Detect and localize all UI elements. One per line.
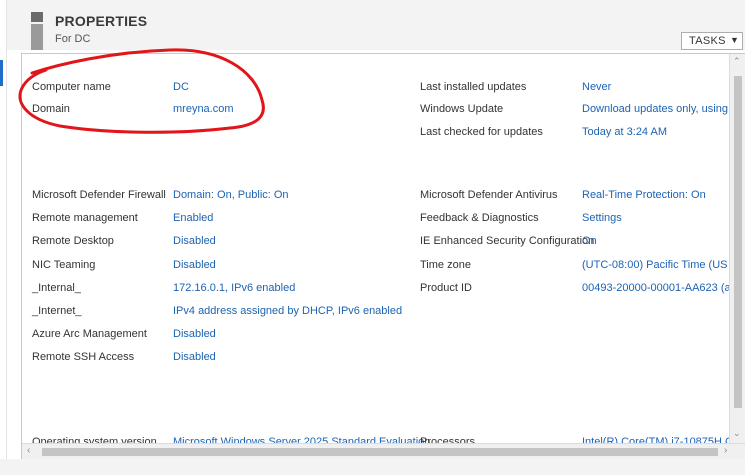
internal-adapter-label: _Internal_: [32, 282, 81, 294]
firewall-label: Microsoft Defender Firewall: [32, 189, 166, 201]
azure-arc-link[interactable]: Disabled: [173, 327, 216, 341]
last-installed-updates-label: Last installed updates: [420, 81, 527, 93]
internet-adapter-link[interactable]: IPv4 address assigned by DHCP, IPv6 enab…: [173, 304, 402, 318]
defender-antivirus-label: Microsoft Defender Antivirus: [420, 189, 558, 201]
computer-name-label: Computer name: [32, 81, 111, 93]
ie-esc-link[interactable]: On: [582, 234, 597, 248]
properties-header: PROPERTIES For DC TASKS ▼: [0, 0, 745, 50]
remote-ssh-label: Remote SSH Access: [32, 351, 135, 363]
windows-update-label: Windows Update: [420, 103, 504, 115]
remote-desktop-label: Remote Desktop: [32, 235, 114, 247]
time-zone-label: Time zone: [420, 259, 471, 271]
internal-adapter-link[interactable]: 172.16.0.1, IPv6 enabled: [173, 281, 295, 295]
scroll-left-icon[interactable]: ‹: [27, 445, 30, 456]
azure-arc-label: Azure Arc Management: [32, 328, 147, 340]
bottom-strip: [0, 459, 745, 475]
ie-esc-label: IE Enhanced Security Configuration: [420, 235, 595, 247]
last-checked-label: Last checked for updates: [420, 126, 543, 138]
computer-name-link[interactable]: DC: [173, 80, 189, 94]
remote-management-link[interactable]: Enabled: [173, 211, 213, 225]
section-subtitle: For DC: [55, 33, 91, 45]
product-id-link[interactable]: 00493-20000-00001-AA623 (activ: [582, 281, 745, 295]
tasks-label: TASKS: [689, 35, 726, 47]
horizontal-scrollbar[interactable]: ‹ ›: [22, 443, 745, 459]
horizontal-scroll-thumb[interactable]: [42, 448, 718, 456]
internet-adapter-label: _Internet_: [32, 305, 82, 317]
domain-label: Domain: [32, 103, 70, 115]
nic-teaming-label: NIC Teaming: [32, 259, 96, 271]
last-checked-link[interactable]: Today at 3:24 AM: [582, 125, 667, 139]
os-version-label: Operating system version: [32, 436, 157, 443]
chevron-down-icon: ▼: [730, 35, 739, 45]
processors-label: Processors: [420, 436, 476, 443]
feedback-diagnostics-link[interactable]: Settings: [582, 211, 622, 225]
remote-ssh-link[interactable]: Disabled: [173, 350, 216, 364]
scroll-up-icon[interactable]: ⌃: [733, 56, 741, 67]
feedback-diagnostics-label: Feedback & Diagnostics: [420, 212, 539, 224]
last-installed-updates-link[interactable]: Never: [582, 80, 611, 94]
os-version-link[interactable]: Microsoft Windows Server 2025 Standard E…: [173, 435, 430, 443]
remote-management-label: Remote management: [32, 212, 138, 224]
scroll-down-icon[interactable]: ⌄: [733, 428, 741, 439]
product-id-label: Product ID: [420, 282, 472, 294]
time-zone-link[interactable]: (UTC-08:00) Pacific Time (US & Ca: [582, 258, 745, 272]
firewall-link[interactable]: Domain: On, Public: On: [173, 188, 289, 202]
tasks-dropdown-button[interactable]: TASKS ▼: [681, 32, 743, 50]
defender-antivirus-link[interactable]: Real-Time Protection: On: [582, 188, 706, 202]
vertical-scrollbar[interactable]: ⌃ ⌄: [729, 54, 745, 443]
processors-link[interactable]: Intel(R) Core(TM) i7-10875H CPU: [582, 435, 729, 443]
domain-link[interactable]: mreyna.com: [173, 102, 234, 116]
windows-update-link[interactable]: Download updates only, using Wi: [582, 102, 744, 116]
vertical-scroll-thumb[interactable]: [734, 76, 742, 408]
server-properties-icon: [31, 12, 43, 50]
nic-teaming-link[interactable]: Disabled: [173, 258, 216, 272]
section-title: PROPERTIES: [55, 13, 148, 29]
remote-desktop-link[interactable]: Disabled: [173, 234, 216, 248]
scroll-right-icon[interactable]: ›: [724, 445, 727, 456]
nav-selection-indicator: [0, 60, 3, 86]
partial-bottom-row: Operating system version Microsoft Windo…: [22, 431, 729, 443]
